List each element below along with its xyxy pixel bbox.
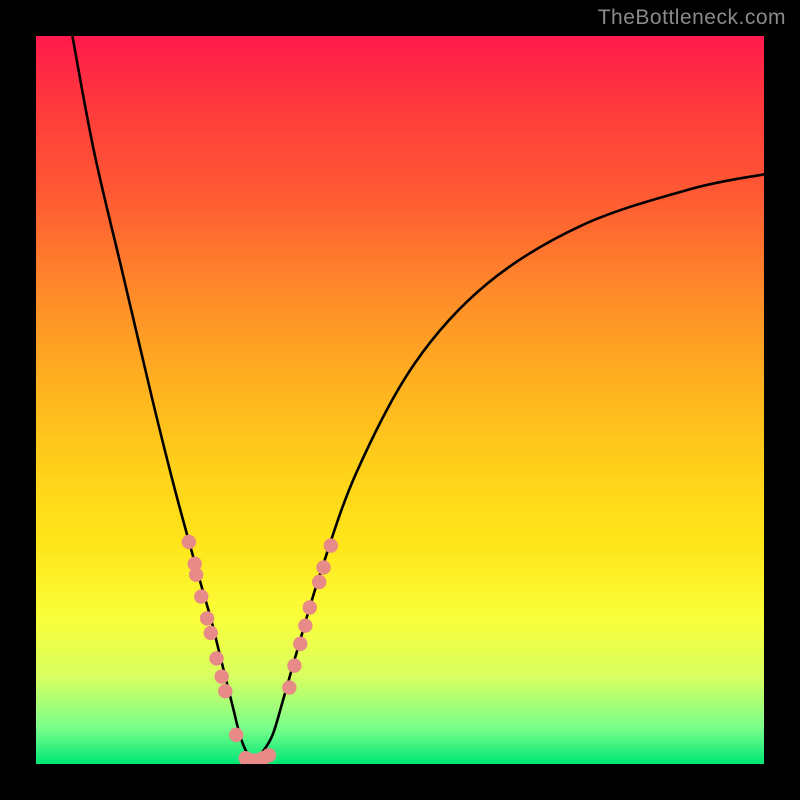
chart-svg [36, 36, 764, 764]
dot [262, 748, 276, 762]
dot [209, 651, 223, 665]
plot-area [36, 36, 764, 764]
dot [189, 568, 203, 582]
watermark-text: TheBottleneck.com [598, 6, 786, 30]
dot [218, 684, 232, 698]
dot [214, 669, 228, 683]
bottleneck-curve [72, 36, 764, 760]
dot [229, 728, 243, 742]
dot [303, 600, 317, 614]
dot [312, 575, 326, 589]
dot [298, 618, 312, 632]
dot [204, 626, 218, 640]
chart-frame: TheBottleneck.com [0, 0, 800, 800]
dot [287, 659, 301, 673]
dot [194, 589, 208, 603]
dot [293, 637, 307, 651]
dot [182, 535, 196, 549]
dot [200, 611, 214, 625]
highlight-dots [182, 535, 338, 764]
dot [282, 680, 296, 694]
dot [324, 538, 338, 552]
dot [316, 560, 330, 574]
